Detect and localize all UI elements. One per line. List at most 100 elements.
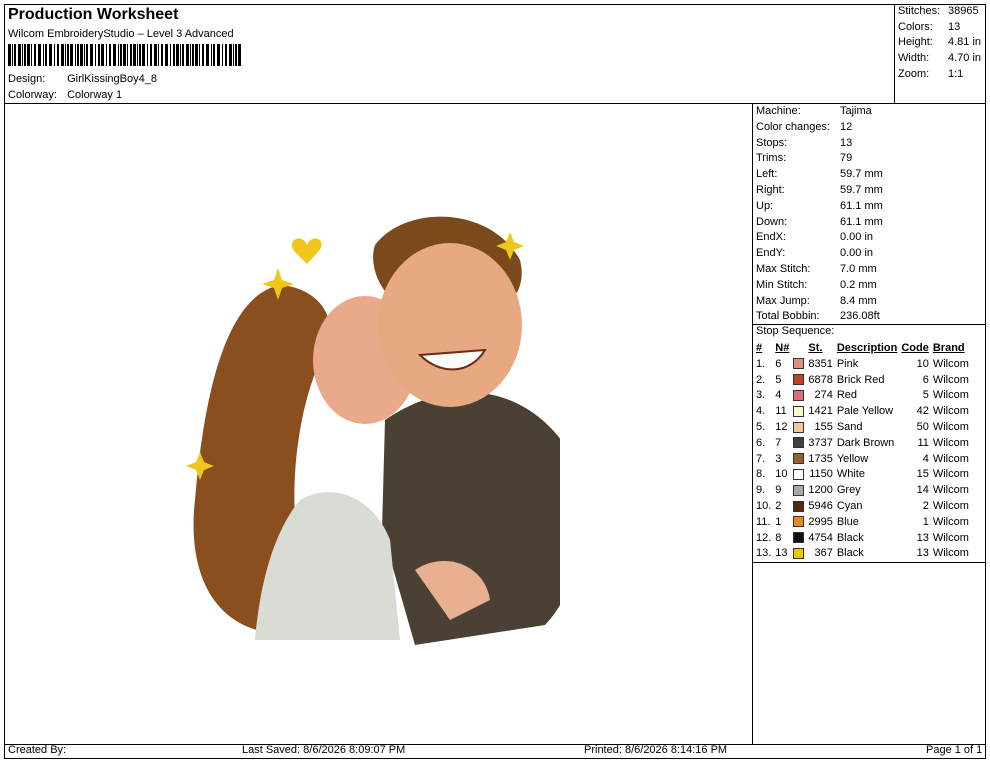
row-brand: Wilcom	[932, 420, 969, 433]
table-row: 2. 5 6878 Brick Red 6 Wilcom	[754, 373, 971, 389]
barcode-bar	[31, 44, 32, 66]
row-code: 5	[922, 389, 929, 402]
row-needle: 10	[775, 468, 788, 481]
colorway-label: Colorway:	[8, 89, 57, 101]
row-index: 10.	[756, 499, 772, 512]
color-swatch-cell	[791, 467, 806, 483]
spec-label: Trims:	[756, 152, 787, 165]
page-title: Production Worksheet	[8, 6, 179, 23]
barcode-bar	[139, 44, 141, 66]
spec-label: EndY:	[756, 247, 786, 260]
row-stitches: 1150	[809, 468, 833, 481]
color-swatch-cell	[791, 499, 806, 515]
color-swatch-cell	[791, 452, 806, 468]
barcode-bar	[190, 44, 191, 66]
stat-label: Colors:	[898, 20, 933, 33]
barcode-bar	[14, 44, 16, 66]
row-brand: Wilcom	[932, 389, 969, 402]
spec-label: Machine:	[756, 105, 801, 117]
barcode-bar	[75, 44, 76, 66]
design-row: Design: GirlKissingBoy4_8	[8, 73, 157, 85]
stats-row: Height: 4.81 in	[898, 35, 981, 51]
barcode-bar	[176, 44, 179, 66]
color-swatch-cell	[791, 515, 806, 531]
row-index: 5.	[756, 420, 766, 433]
row-description: Sand	[836, 420, 863, 433]
row-brand: Wilcom	[932, 547, 969, 560]
spec-row: Up: 61.1 mm	[756, 199, 883, 215]
stat-value: 38965	[948, 5, 979, 17]
col-needle-header: N#	[775, 342, 790, 354]
spec-value: 12	[840, 120, 853, 133]
spec-value: 0.00 in	[840, 247, 874, 260]
barcode-bar	[106, 44, 107, 66]
row-description: White	[836, 468, 865, 481]
row-stitches: 1421	[808, 405, 833, 418]
barcode-bar	[18, 44, 21, 66]
row-needle: 2	[775, 499, 782, 512]
spec-row: EndY: 0.00 in	[756, 246, 883, 262]
row-stitches: 6878	[808, 373, 833, 386]
colorway-value: Colorway 1	[67, 89, 123, 101]
spec-value: 0.2 mm	[840, 278, 877, 291]
design-label: Design:	[8, 73, 46, 85]
barcode-bar	[137, 44, 138, 66]
row-needle: 11	[775, 405, 787, 418]
row-brand: Wilcom	[932, 357, 969, 370]
barcode-bar	[84, 44, 85, 66]
color-swatch	[793, 374, 805, 386]
row-code: 42	[916, 405, 929, 418]
barcode-bar	[12, 44, 13, 66]
embroidery-design-preview	[186, 216, 560, 645]
color-swatch	[793, 547, 805, 559]
spec-row: Right: 59.7 mm	[756, 183, 883, 199]
row-code: 15	[916, 468, 929, 481]
row-brand: Wilcom	[932, 484, 969, 497]
color-swatch	[793, 437, 805, 449]
row-needle: 7	[775, 436, 782, 449]
color-swatch-cell	[791, 436, 806, 452]
barcode-bar	[233, 44, 234, 66]
barcode-bar	[49, 44, 52, 66]
color-swatch-cell	[791, 420, 806, 436]
row-index: 7.	[756, 452, 766, 465]
spec-label: Max Jump:	[756, 294, 810, 307]
footer-divider	[4, 744, 986, 745]
stats-panel: Stitches: 38965 Colors: 13 Height: 4.81 in …	[898, 4, 981, 82]
footer-page: Page 1 of 1	[926, 744, 983, 756]
barcode-bar	[142, 44, 145, 66]
barcode-bar	[45, 44, 47, 66]
row-description: Brick Red	[836, 373, 885, 386]
row-stitches: 2995	[808, 515, 833, 528]
table-row: 4. 11 1421 Pale Yellow 42 Wilcom	[754, 404, 971, 420]
row-index: 6.	[756, 436, 766, 449]
barcode-bar	[90, 44, 93, 66]
spec-value: 0.00 in	[840, 231, 874, 244]
row-brand: Wilcom	[932, 499, 969, 512]
barcode-bar	[206, 44, 209, 66]
stats-divider	[894, 4, 895, 104]
barcode-bar	[123, 44, 126, 66]
row-code: 14	[916, 484, 929, 497]
row-code: 1	[922, 515, 929, 528]
barcode-bar	[54, 44, 55, 66]
col-stitches-header: St.	[808, 342, 823, 354]
color-swatch	[793, 421, 805, 433]
color-swatch-cell	[791, 357, 806, 373]
footer-printed: Printed: 8/6/2026 8:14:16 PM	[584, 744, 728, 756]
barcode-bar	[67, 44, 69, 66]
col-brand-header: Brand	[932, 342, 965, 354]
row-needle: 3	[775, 452, 782, 465]
barcode-bar	[170, 44, 171, 66]
barcode-bar	[150, 44, 152, 66]
color-swatch	[793, 453, 805, 465]
row-code: 4	[922, 452, 929, 465]
barcode-bar	[109, 44, 111, 66]
color-swatch-cell	[791, 531, 806, 547]
color-swatch	[793, 468, 805, 480]
spec-label: Min Stitch:	[756, 278, 808, 291]
barcode-bar	[34, 44, 36, 66]
barcode-bar	[182, 44, 184, 66]
row-stitches: 5946	[808, 499, 833, 512]
row-needle: 5	[775, 373, 782, 386]
